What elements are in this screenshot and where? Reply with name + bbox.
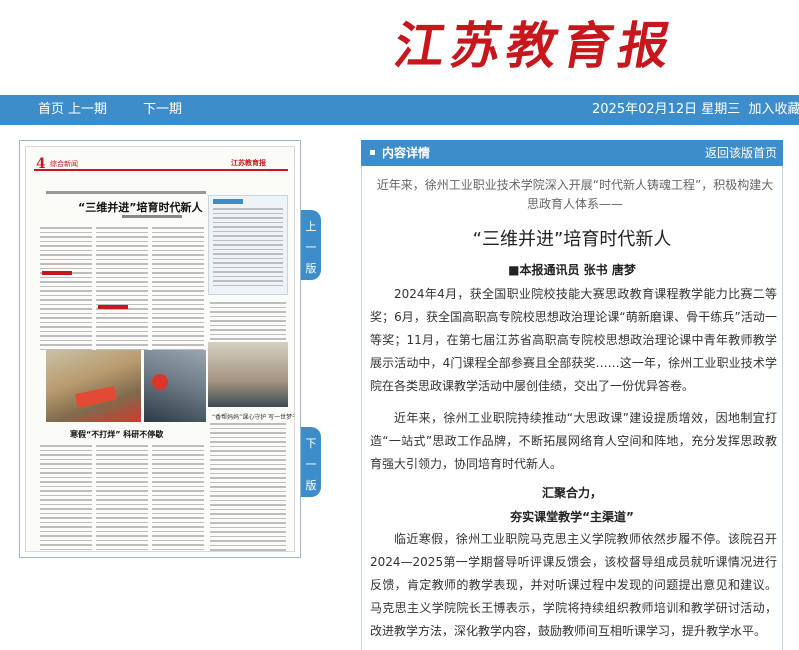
issue-date: 2025年02月12日 星期三 [592,102,741,117]
top-navbar: 首页 上一期 下一期 2025年02月12日 星期三 加入收藏 [0,95,799,125]
thumb-text-column [152,445,204,551]
content-panel-header: 内容详情 返回该版首页 [361,140,783,166]
article-intro: 近年来，徐州工业职业技术学院深入开展“时代新人铸魂工程”，积极构建大思政育人体系… [376,178,774,211]
thumb-text-column [96,227,148,353]
thumb-sidebar-box[interactable] [208,195,288,295]
thumb-subhead [98,305,128,309]
next-page-tab-char: 一 [305,458,317,471]
thumb-byline [122,215,182,218]
prev-page-tab-char: 版 [305,262,317,275]
thumb-photo-police [46,350,141,422]
thumb-text-column [152,227,204,353]
thumb-text-column [210,302,286,343]
thumb-text-column [40,227,92,353]
masthead: 江苏教育报 [0,0,799,95]
thumb-brand: 江苏教育报 [231,159,266,167]
thumb-side-caption: “香帮妈妈”课心守护 写一世梦子 [212,414,295,421]
section-heading: 汇聚合力， [541,486,602,500]
page-thumbnail[interactable]: 4 综合新闻 江苏教育报 “三维并进”培育时代新人 “香帮妈妈”课心守护 写一世… [25,146,295,552]
thumb-sidebar-text [213,208,283,289]
thumb-text-column [40,445,92,551]
thumb-photo-traffic [144,350,206,422]
thumb-section-name: 综合新闻 [50,160,78,168]
article-paragraph: 2024年4月，获全国职业院校技能大赛思政教育课程教学能力比赛二等奖；6月，获全… [370,287,777,393]
thumb-text-column [96,445,148,551]
page-thumbnail-frame[interactable]: 4 综合新闻 江苏教育报 “三维并进”培育时代新人 “香帮妈妈”课心守护 写一世… [19,140,301,558]
thumb-text-column [210,423,286,551]
panel-title: 内容详情 [382,146,431,160]
thumb-article-headline[interactable]: “三维并进”培育时代新人 [78,199,202,215]
thumb-sidebar-title [213,199,243,204]
thumb-header-rule [34,169,288,171]
prev-page-tab-char: 上 [305,220,317,233]
article-byline: ■本报通讯员 张书 唐梦 [508,263,636,277]
issue-date-bar: 2025年02月12日 星期三 加入收藏 [592,95,799,125]
thumb-intro-line [46,191,206,194]
article-title: “三维并进”培育时代新人 [472,229,672,250]
next-page-tab[interactable]: 下 一 版 [301,427,321,497]
thumb-photo-caption[interactable]: 寒假“不打烊” 科研不停歇 [70,429,163,440]
next-page-tab-char: 版 [305,479,317,492]
square-bullet-icon [370,150,375,155]
thumb-subhead [42,271,72,275]
nav-next-issue-link[interactable]: 下一期 [143,95,182,125]
bookmark-link[interactable]: 加入收藏 [748,102,799,117]
article-paragraph: 近年来，徐州工业职院持续推动“大思政课”建设提质增效，因地制宜打造“一站式”思政… [370,411,777,471]
site-logo[interactable]: 江苏教育报 [389,14,700,78]
nav-prev-issue-link[interactable]: 上一期 [68,95,107,125]
nav-home-link[interactable]: 首页 [38,95,64,125]
section-heading: 夯实课堂教学“主渠道” [510,510,634,524]
article-paragraph: 临近寒假，徐州工业职院马克思主义学院教师依然步履不停。该院召开2024—2025… [370,532,777,638]
prev-page-tab-char: 一 [305,241,317,254]
next-page-tab-char: 下 [305,437,317,450]
prev-page-tab[interactable]: 上 一 版 [301,210,321,280]
back-to-page-link[interactable]: 返回该版首页 [705,140,777,166]
thumb-photo-class [208,342,288,407]
